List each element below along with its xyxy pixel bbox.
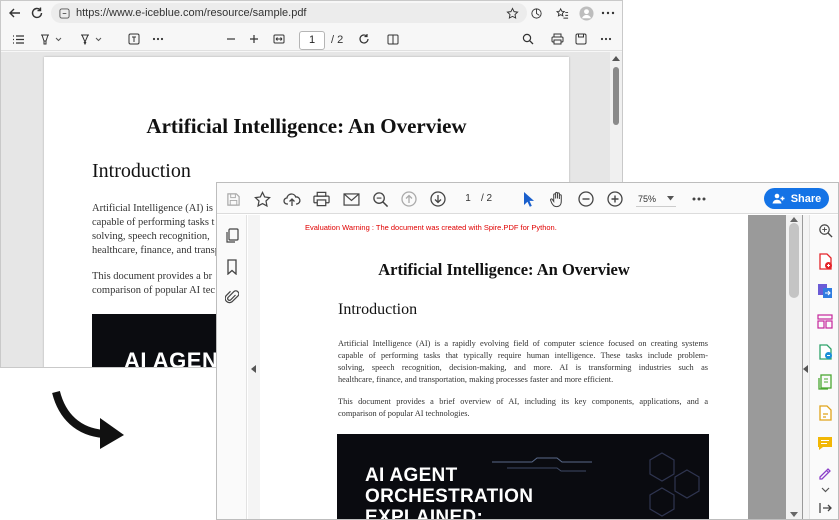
create-pdf-icon[interactable] [815,251,835,271]
upload-cloud-icon[interactable] [282,189,302,209]
pdf-page: Evaluation Warning : The document was cr… [260,215,748,520]
paragraph-line: Artificial Intelligence (AI) is a rapidl… [338,339,708,348]
toolbar-more-icon[interactable] [149,30,167,48]
image-heading-line: AI AGENT [365,465,458,486]
acrobat-window: 1 / 2 75% Share Evaluation Warning: The… [216,182,839,520]
section-heading: Introduction [338,301,418,318]
save-icon[interactable] [223,189,243,209]
contents-icon[interactable] [9,30,27,48]
expand-tools-icon[interactable] [815,480,835,500]
scroll-down-icon[interactable] [790,512,798,517]
email-icon[interactable] [341,189,361,209]
scroll-up-icon [612,56,620,61]
extensions-icon[interactable] [527,4,545,22]
address-bar[interactable]: https://www.e-iceblue.com/resource/sampl… [51,3,527,23]
collapse-tools-pane-icon[interactable] [815,498,835,518]
share-label: Share [790,192,822,205]
caret-left-icon [251,365,256,373]
document-image: AI AGENT ORCHESTRATION EXPLAINED: [337,434,709,520]
hand-tool-icon[interactable] [547,189,567,209]
next-page-icon[interactable] [428,189,448,209]
page-total: / 2 [331,34,344,46]
image-heading-line: EXPLAINED: [365,507,484,520]
document-title: Artificial Intelligence: An Overview [146,114,467,138]
more-menu-icon[interactable] [599,4,617,22]
more-tools-icon[interactable] [689,189,709,209]
image-heading-line: ORCHESTRATION [365,486,534,507]
text-tool-icon[interactable] [125,30,143,48]
highlight-tool[interactable] [37,30,67,48]
bookmark-star-icon[interactable] [252,189,272,209]
refresh-icon[interactable] [28,4,46,22]
find-icon[interactable] [520,30,536,48]
export-pdf-icon[interactable] [815,281,835,301]
rotate-icon[interactable] [356,30,372,48]
url-text: https://www.e-iceblue.com/resource/sampl… [76,7,307,19]
paragraph-line: capable of performing tasks t [92,217,215,228]
profile-avatar[interactable] [577,4,595,22]
back-arrow-icon[interactable] [6,4,24,22]
favorites-icon[interactable] [553,4,571,22]
zoom-level-value: 75% [638,193,657,204]
draw-tool[interactable] [77,30,107,48]
scrollbar-thumb[interactable] [613,67,619,125]
paragraph-line: healthcare, finance, and transportation,… [338,375,614,384]
collapse-left-panel[interactable] [248,215,260,519]
browser-address-row: https://www.e-iceblue.com/resource/sampl… [1,1,622,25]
edit-pdf-icon[interactable] [815,342,835,362]
chevron-down-icon [667,196,674,201]
comment-icon[interactable] [815,433,835,453]
site-info-icon[interactable] [59,7,70,19]
paragraph-line: capable of performing tasks that typical… [338,351,708,360]
document-scrollbar-thumb[interactable] [789,223,799,298]
share-button[interactable]: Share [764,188,829,209]
favorite-star-icon[interactable] [503,4,521,22]
acrobat-toolbar: 1 / 2 75% Share [217,183,838,214]
paragraph-line: This document provides a brief overview … [338,397,708,406]
caret-left-icon [803,365,808,373]
paragraph-line: Artificial Intelligence (AI) is a [92,203,221,214]
print-icon[interactable] [549,30,565,48]
attachments-icon[interactable] [223,288,241,306]
page-number-input[interactable]: 1 [461,191,475,206]
evaluation-warning: Evaluation Warning : The document was cr… [305,223,557,232]
compress-pdf-icon[interactable] [815,372,835,392]
zoom-in-icon[interactable] [246,30,262,48]
page-thumbnails-icon[interactable] [223,227,241,245]
section-heading: Introduction [92,160,191,182]
zoom-in-icon[interactable] [605,189,625,209]
search-zoom-tool-icon[interactable] [815,220,835,240]
zoom-level-dropdown[interactable]: 75% [636,191,676,207]
paragraph-line: This document provides a br [92,271,213,282]
previous-page-icon[interactable] [399,189,419,209]
paragraph-line: comparison of popular AI technologies. [338,409,470,418]
select-cursor-icon[interactable] [518,189,538,209]
share-people-icon [772,193,785,204]
bookmarks-icon[interactable] [223,258,241,276]
page-total: / 2 [481,193,493,204]
fit-page-icon[interactable] [271,30,287,48]
paragraph-line: solving, speech recognition, [92,231,210,242]
curved-arrow-icon [52,390,124,449]
print-icon[interactable] [311,189,331,209]
paragraph-line: solving, speech recognition, decision-ma… [338,363,708,372]
page-number-input[interactable]: 1 [299,31,325,50]
zoom-search-icon[interactable] [370,189,390,209]
pdf-more-icon[interactable] [598,30,614,48]
paragraph-line: comparison of popular AI tec [92,285,216,296]
right-tools-rail [809,215,838,519]
paragraph-line: healthcare, finance, and transp [92,245,220,256]
document-title: Artificial Intelligence: An Overview [378,260,630,279]
page-view-icon[interactable] [385,30,401,48]
save-icon[interactable] [573,30,589,48]
left-navigation-rail [217,215,247,519]
zoom-out-icon[interactable] [223,30,239,48]
fill-sign-icon[interactable] [815,403,835,423]
scroll-up-icon[interactable] [790,217,798,222]
organize-pages-icon[interactable] [815,311,835,331]
zoom-out-icon[interactable] [576,189,596,209]
